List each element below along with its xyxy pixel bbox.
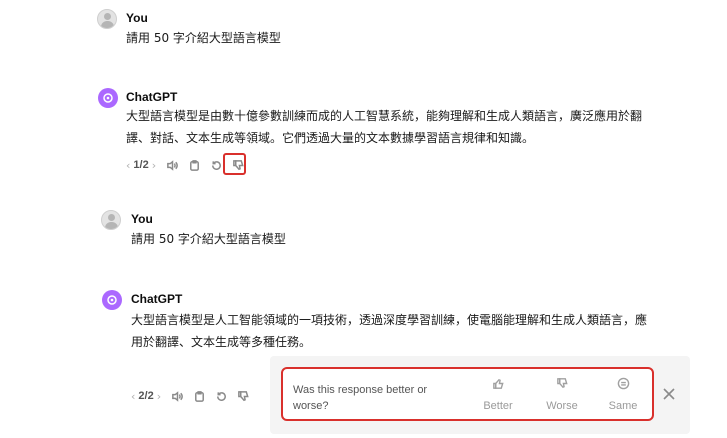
message-text: 請用 50 字介紹大型語言模型 [131, 232, 286, 246]
feedback-question: Was this response better or worse? [293, 384, 428, 412]
pager-next-button[interactable]: › [152, 159, 156, 172]
copy-icon[interactable] [186, 157, 202, 173]
pager-count: 1/2 [133, 159, 149, 171]
speaker-icon[interactable] [169, 388, 185, 404]
message-author: You [126, 11, 148, 25]
response-pager: ‹ 1/2 › [126, 159, 156, 172]
regenerate-icon[interactable] [213, 388, 229, 404]
feedback-panel: Was this response better or worse? Bette… [281, 367, 654, 421]
chatgpt-logo-icon [107, 295, 117, 305]
message-author: ChatGPT [126, 90, 178, 104]
thumbs-down-icon[interactable] [235, 388, 251, 404]
speaker-icon[interactable] [164, 157, 180, 173]
equal-icon [617, 377, 629, 390]
feedback-option-label: Worse [546, 400, 578, 412]
feedback-option-label: Same [608, 400, 638, 412]
message-author: ChatGPT [131, 292, 183, 306]
feedback-option-label: Better [483, 400, 513, 412]
chatgpt-avatar [98, 88, 118, 108]
user-avatar-icon [104, 13, 111, 20]
response-pager: ‹ 2/2 › [131, 390, 161, 403]
regenerate-highlight [223, 153, 246, 175]
thumbs-up-icon [492, 378, 504, 389]
user-avatar [101, 210, 121, 230]
message-line: 譯、對話、文本生成等領域。它們透過大量的文本數據學習語言規律和知識。 [126, 131, 535, 145]
chatgpt-logo-icon [103, 93, 113, 103]
feedback-same-button[interactable]: Same [598, 377, 648, 412]
regenerate-icon[interactable] [208, 157, 224, 173]
message-line: 大型語言模型是由數十億參數訓練而成的人工智慧系統，能夠理解和生成人類語言，廣泛應… [126, 109, 643, 123]
pager-prev-button[interactable]: ‹ [126, 159, 130, 172]
chatgpt-avatar [102, 290, 122, 310]
message-line: 大型語言模型是人工智能領域的一項技術，透過深度學習訓練，使電腦能理解和生成人類語… [131, 313, 648, 327]
message-text: 請用 50 字介紹大型語言模型 [126, 31, 281, 45]
message-line: 用於翻譯、文本生成等多種任務。 [131, 335, 312, 349]
user-avatar [97, 9, 117, 29]
message-toolbar: ‹ 2/2 › [131, 388, 257, 404]
thumbs-down-icon [556, 378, 568, 389]
copy-icon[interactable] [191, 388, 207, 404]
pager-count: 2/2 [138, 390, 154, 402]
user-avatar-icon [108, 214, 115, 221]
feedback-worse-button[interactable]: Worse [537, 377, 587, 412]
feedback-better-button[interactable]: Better [473, 377, 523, 412]
pager-prev-button[interactable]: ‹ [131, 390, 135, 403]
message-author: You [131, 212, 153, 226]
close-icon[interactable] [662, 386, 678, 402]
pager-next-button[interactable]: › [157, 390, 161, 403]
